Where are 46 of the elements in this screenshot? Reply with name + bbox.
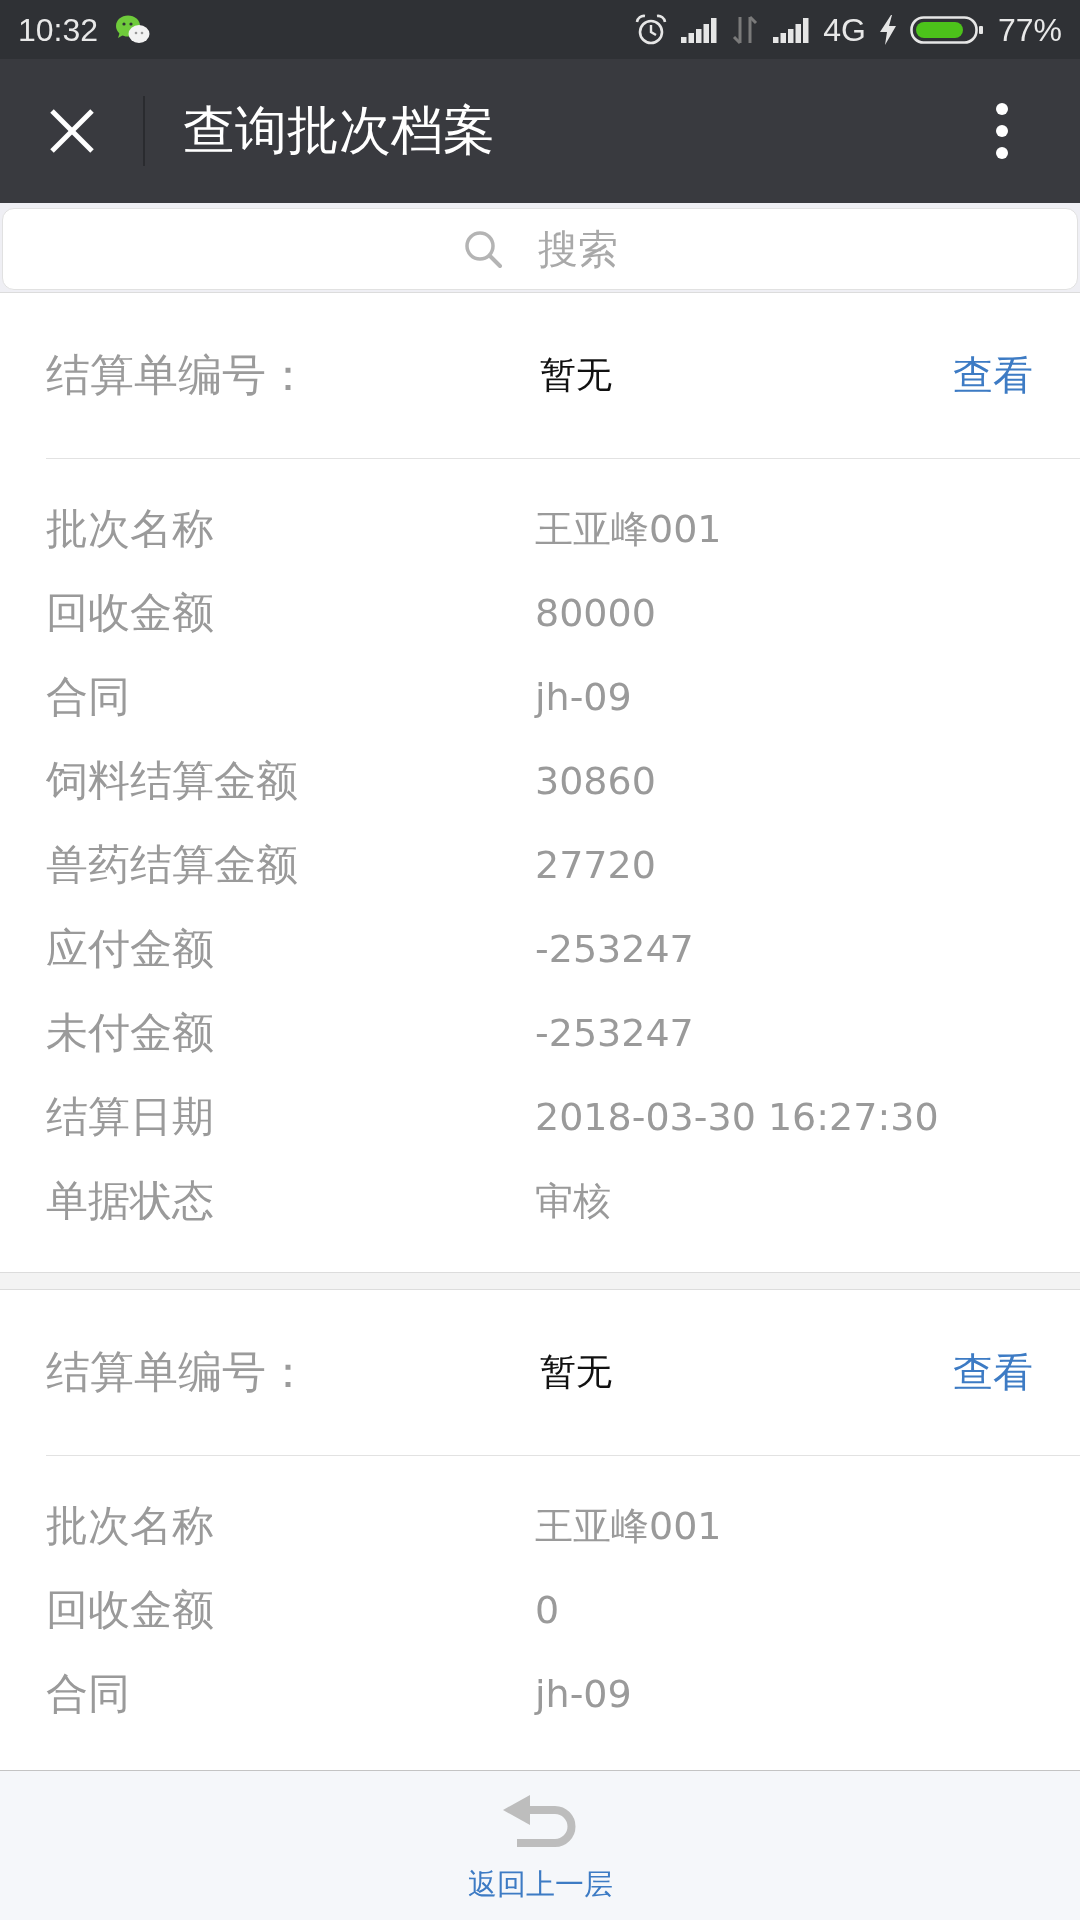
chat-bubbles-icon xyxy=(116,14,151,45)
network-type: 4G xyxy=(823,13,866,46)
page-title: 查询批次档案 xyxy=(183,100,495,161)
search-field[interactable]: 搜索 xyxy=(2,208,1078,290)
field-value: 王亚峰001 xyxy=(535,505,722,553)
battery-percent: 77% xyxy=(997,13,1062,46)
field-label: 兽药结算金额 xyxy=(46,840,299,890)
field-value: 0 xyxy=(535,1588,560,1632)
battery-icon xyxy=(909,14,984,45)
field-value: jh-09 xyxy=(535,675,632,719)
field-label: 回收金额 xyxy=(46,588,215,638)
alarm-clock-icon xyxy=(635,13,668,46)
search-icon xyxy=(463,229,503,269)
signal-icon xyxy=(681,16,718,43)
field-label: 单据状态 xyxy=(46,1176,215,1226)
view-link[interactable]: 查看 xyxy=(953,348,1033,403)
field-label: 应付金额 xyxy=(46,924,215,974)
view-link[interactable]: 查看 xyxy=(953,1345,1033,1400)
field-label: 批次名称 xyxy=(46,504,215,554)
more-icon[interactable] xyxy=(996,103,1008,159)
field-value: 27720 xyxy=(535,843,656,887)
signal-icon xyxy=(773,16,810,43)
record-number-label: 结算单编号： xyxy=(46,1346,311,1398)
field-value: jh-09 xyxy=(535,1672,632,1716)
field-label: 合同 xyxy=(46,1669,131,1719)
field-value: 30860 xyxy=(535,759,656,803)
field-value: -253247 xyxy=(535,927,694,971)
arrows-icon xyxy=(731,14,760,45)
status-time: 10:32 xyxy=(18,13,99,46)
field-label: 批次名称 xyxy=(46,1501,215,1551)
field-label: 回收金额 xyxy=(46,1585,215,1635)
back-button[interactable]: 返回上一层 xyxy=(467,1771,613,1905)
field-label: 合同 xyxy=(46,672,131,722)
field-value: 审核 xyxy=(535,1177,611,1225)
close-icon[interactable] xyxy=(49,108,95,154)
field-value: 80000 xyxy=(535,591,656,635)
field-value: 王亚峰001 xyxy=(535,1502,722,1550)
record-number-value: 暂无 xyxy=(540,353,612,397)
record-number-value: 暂无 xyxy=(540,1350,612,1394)
field-label: 未付金额 xyxy=(46,1008,215,1058)
field-value: -253247 xyxy=(535,1011,694,1055)
field-label: 结算日期 xyxy=(46,1092,215,1142)
field-value: 2018-03-30 16:27:30 xyxy=(535,1095,939,1139)
lightning-bolt-icon xyxy=(879,14,896,45)
record-number-label: 结算单编号： xyxy=(46,349,311,401)
field-label: 饲料结算金额 xyxy=(46,756,299,806)
